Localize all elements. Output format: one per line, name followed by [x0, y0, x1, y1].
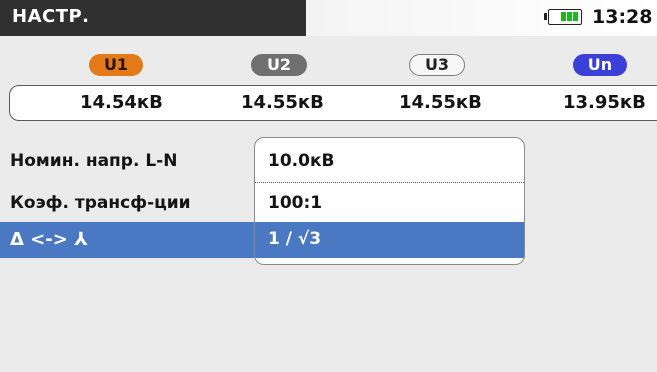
voltage-value-u2: 14.55кВ	[241, 92, 324, 113]
page-title: НАСТР.	[12, 6, 90, 27]
setting-label-delta-wye[interactable]: Δ <-> ⅄	[10, 229, 88, 250]
list-divider	[255, 182, 524, 183]
phase-badge-u3: U3	[409, 54, 465, 76]
voltage-value-u3: 14.55кВ	[399, 92, 482, 113]
battery-icon	[544, 9, 582, 25]
voltage-value-un: 13.95кВ	[563, 92, 646, 113]
setting-label-nominal-voltage[interactable]: Номин. напр. L-N	[10, 151, 177, 171]
voltage-value-u1: 14.54кВ	[80, 92, 163, 113]
phase-badge-un: Un	[573, 54, 627, 76]
phase-badge-u1: U1	[89, 54, 143, 76]
setting-value-delta-wye[interactable]: 1 / √3	[268, 229, 321, 249]
clock: 13:28	[592, 6, 653, 28]
status-header: НАСТР. 13:28	[0, 0, 657, 36]
setting-label-transform-ratio[interactable]: Коэф. трансф-ции	[10, 193, 191, 213]
setting-value-transform-ratio[interactable]: 100:1	[268, 193, 322, 213]
phase-badge-u2: U2	[251, 54, 307, 76]
setting-value-nominal-voltage[interactable]: 10.0кВ	[268, 151, 334, 171]
